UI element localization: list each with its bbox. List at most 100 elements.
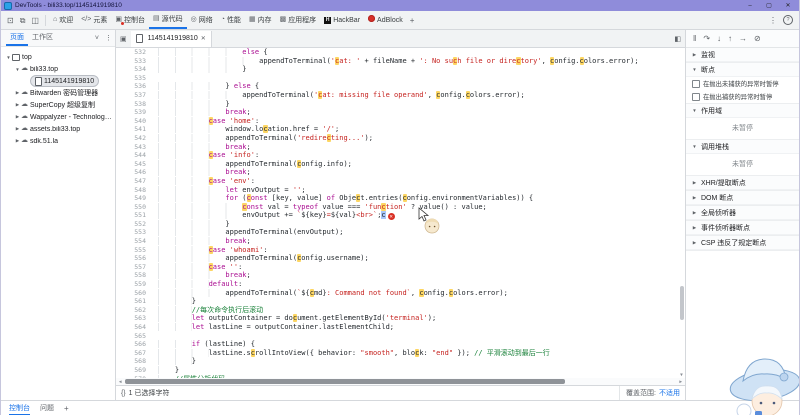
section-header-xhr-breakpoints[interactable]: ▶XHR/提取断点	[686, 176, 799, 190]
code-text[interactable]: for (const [key, value] of Object.entrie…	[158, 194, 685, 203]
line-number[interactable]: 550	[116, 203, 150, 212]
code-text[interactable]: case 'env':	[158, 177, 685, 186]
tab-adblock[interactable]: AdBlock	[364, 11, 407, 29]
breakpoint-margin[interactable]	[150, 323, 158, 332]
section-header-global-listeners[interactable]: ▶全局侦听器	[686, 206, 799, 220]
breakpoint-margin[interactable]	[150, 48, 158, 57]
code-text[interactable]: else {	[158, 48, 685, 57]
scroll-left-icon[interactable]: ◄	[117, 379, 123, 384]
breakpoint-margin[interactable]	[150, 220, 158, 229]
breakpoint-margin[interactable]	[150, 82, 158, 91]
breakpoint-option-0[interactable]: 在抛出未捕获的异常时暂停	[686, 77, 799, 90]
breakpoint-option-1[interactable]: 在抛出捕获的异常时暂停	[686, 90, 799, 103]
code-text[interactable]: break;	[158, 271, 685, 280]
disclosure-triangle-icon[interactable]: ▶	[14, 126, 21, 132]
code-text[interactable]: let lastLine = outputContainer.lastEleme…	[158, 323, 685, 332]
code-text[interactable]: lastLine.scrollIntoView({ behavior: "smo…	[158, 349, 685, 358]
breakpoint-margin[interactable]	[150, 254, 158, 263]
editor-group-icon[interactable]: ▣	[116, 35, 131, 43]
line-number[interactable]: 568	[116, 357, 150, 366]
disclosure-triangle-icon[interactable]: ▼	[14, 67, 21, 72]
disclosure-triangle-icon[interactable]: ▼	[5, 55, 12, 60]
code-text[interactable]: }	[158, 65, 685, 74]
navigator-more-icon[interactable]: ⋮	[102, 34, 115, 42]
tab-network[interactable]: ◎网络	[187, 11, 217, 29]
help-icon[interactable]: ?	[783, 15, 793, 25]
code-text[interactable]: appendToTerminal('cat: ' + fileName + ':…	[158, 57, 685, 66]
code-text[interactable]: appendToTerminal('redirecting...');	[158, 134, 685, 143]
dock-side-icon[interactable]: ◫	[28, 12, 42, 29]
line-number[interactable]: 559	[116, 280, 150, 289]
line-number[interactable]: 549	[116, 194, 150, 203]
breakpoint-margin[interactable]	[150, 108, 158, 117]
tab-console[interactable]: ▣控制台	[111, 11, 149, 29]
more-options-icon[interactable]: ⋮	[766, 12, 780, 29]
line-number[interactable]: 553	[116, 228, 150, 237]
tree-item-assets-bili33-top[interactable]: ▶☁assets.bili33.top	[1, 123, 115, 135]
drawer-tab-console[interactable]: 控制台	[9, 401, 30, 415]
code-text[interactable]: window.location.href = '/';	[158, 125, 685, 134]
line-number[interactable]: 565	[116, 332, 150, 341]
line-number[interactable]: 556	[116, 254, 150, 263]
code-text[interactable]: if (lastLine) {	[158, 340, 685, 349]
device-toolbar-icon[interactable]: ⧉	[17, 12, 29, 29]
tab-application[interactable]: ▩应用程序	[276, 11, 321, 29]
drawer-add-tab-icon[interactable]: +	[64, 404, 69, 413]
line-number[interactable]: 552	[116, 220, 150, 229]
code-text[interactable]: //每次命令执行后滚动	[158, 306, 685, 315]
section-header-breakpoints[interactable]: ▼断点	[686, 63, 799, 77]
breakpoint-margin[interactable]	[150, 143, 158, 152]
code-text[interactable]: break;	[158, 237, 685, 246]
section-header-event-listener-breakpoints[interactable]: ▶事件侦听器断点	[686, 221, 799, 235]
code-text[interactable]: case '':	[158, 263, 685, 272]
step-into-icon[interactable]: ↓	[717, 34, 721, 43]
code-text[interactable]: envOutput += `${key}=${val}<br>`;c✕	[158, 211, 685, 220]
code-text[interactable]: }	[158, 357, 685, 366]
line-number[interactable]: 539	[116, 108, 150, 117]
breakpoint-margin[interactable]	[150, 349, 158, 358]
code-text[interactable]: break;	[158, 143, 685, 152]
disclosure-triangle-icon[interactable]: ▶	[14, 138, 21, 144]
breakpoint-margin[interactable]	[150, 151, 158, 160]
line-number[interactable]: 547	[116, 177, 150, 186]
chevron-down-icon[interactable]: ˅	[92, 35, 102, 42]
breakpoint-margin[interactable]	[150, 375, 158, 378]
breakpoint-margin[interactable]	[150, 271, 158, 280]
line-number[interactable]: 543	[116, 143, 150, 152]
navigator-tab-workspace[interactable]: 工作区	[28, 30, 57, 46]
breakpoint-margin[interactable]	[150, 237, 158, 246]
breakpoint-margin[interactable]	[150, 211, 158, 220]
line-number[interactable]: 570	[116, 375, 150, 378]
minimize-button[interactable]: –	[742, 1, 758, 11]
breakpoint-margin[interactable]	[150, 246, 158, 255]
line-number[interactable]: 542	[116, 134, 150, 143]
code-text[interactable]: let envOutput = '';	[158, 186, 685, 195]
breakpoint-margin[interactable]	[150, 186, 158, 195]
line-number[interactable]: 569	[116, 366, 150, 375]
tab-elements[interactable]: </>元素	[77, 11, 111, 29]
breakpoint-margin[interactable]	[150, 117, 158, 126]
step-icon[interactable]: →	[739, 34, 747, 43]
line-number[interactable]: 532	[116, 48, 150, 57]
breakpoint-margin[interactable]	[150, 289, 158, 298]
breakpoint-margin[interactable]	[150, 340, 158, 349]
line-number[interactable]: 557	[116, 263, 150, 272]
line-number[interactable]: 536	[116, 82, 150, 91]
code-text[interactable]: const val = typeof value === 'function' …	[158, 203, 685, 212]
drawer-tab-issues[interactable]: 问题	[40, 401, 54, 415]
breakpoint-margin[interactable]	[150, 263, 158, 272]
line-number[interactable]: 537	[116, 91, 150, 100]
checkbox[interactable]	[692, 80, 700, 88]
line-number[interactable]: 535	[116, 74, 150, 83]
checkbox[interactable]	[692, 93, 700, 101]
section-header-scope[interactable]: ▼作用域	[686, 104, 799, 118]
pretty-print-icon[interactable]: { }	[121, 390, 125, 397]
tree-item-sdk-51-la[interactable]: ▶☁sdk.51.la	[1, 135, 115, 147]
deactivate-breakpoints-icon[interactable]: ⊘	[754, 34, 761, 43]
section-header-csp-violation-breakpoints[interactable]: ▶CSP 违反了规定断点	[686, 236, 799, 250]
breakpoint-margin[interactable]	[150, 280, 158, 289]
pause-icon[interactable]: ‖	[693, 34, 696, 43]
line-number[interactable]: 538	[116, 100, 150, 109]
line-number[interactable]: 544	[116, 151, 150, 160]
tab-sources[interactable]: ▤源代码	[149, 11, 187, 29]
